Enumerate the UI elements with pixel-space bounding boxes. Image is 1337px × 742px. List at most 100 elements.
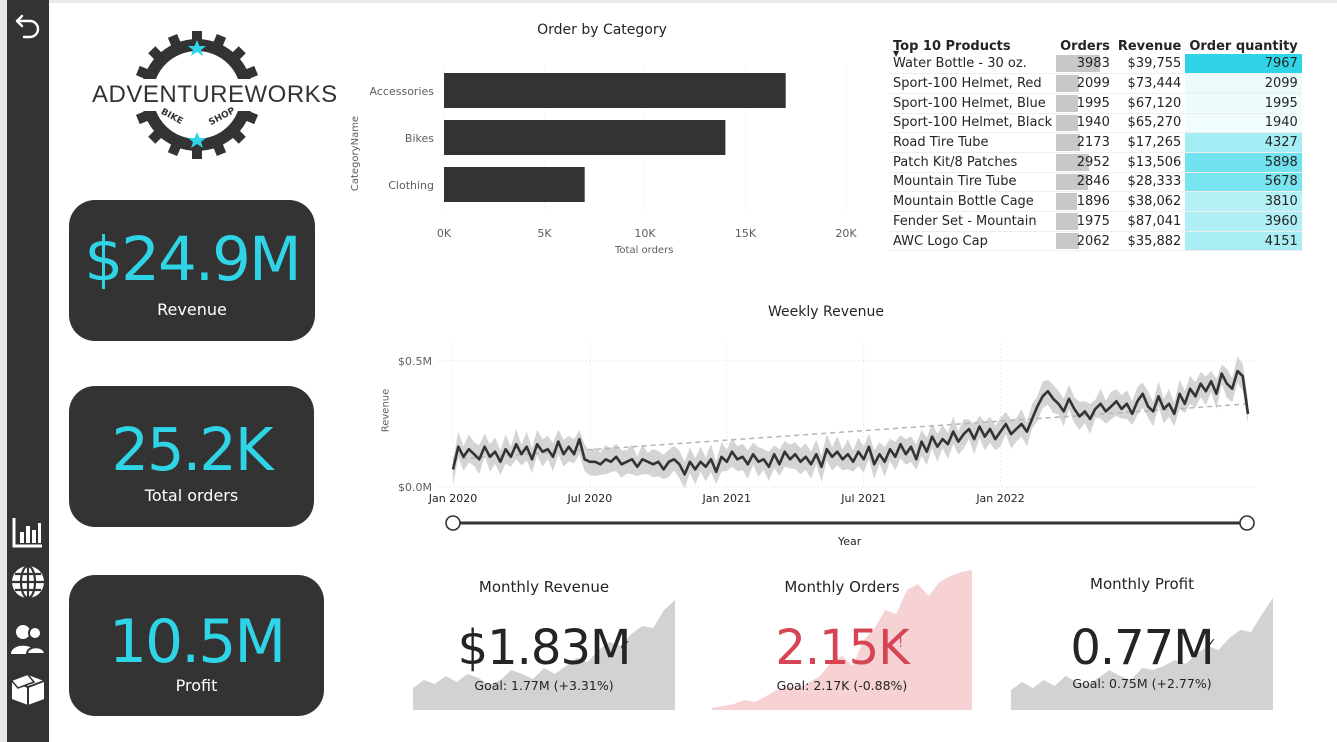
product-name-cell: Sport-100 Helmet, Red: [889, 73, 1057, 94]
top-10-products-table[interactable]: Top 10 Products ▼ Orders Revenue Order qu…: [889, 30, 1302, 262]
back-arrow-icon[interactable]: [7, 5, 49, 45]
table-row[interactable]: Sport-100 Helmet, Red 2099 $73,444 2099: [889, 73, 1302, 94]
orders-cell: 2173: [1056, 132, 1114, 153]
sort-desc-icon[interactable]: ▼: [893, 49, 899, 58]
navigation-sidebar: [7, 0, 49, 742]
monthly-profit-value: 0.77M: [1070, 620, 1214, 676]
order-quantity-cell: 5898: [1185, 152, 1302, 173]
globe-icon[interactable]: [7, 562, 49, 602]
orders-cell: 2846: [1056, 172, 1114, 193]
revenue-cell: $65,270: [1113, 113, 1186, 134]
revenue-cell: $13,506: [1113, 152, 1186, 173]
order-by-category-chart[interactable]: Order by Category CategoryName Total ord…: [340, 18, 860, 268]
monthly-profit-goal: Goal: 0.75M (+2.77%): [1072, 676, 1212, 691]
table-row[interactable]: Road Tire Tube 2173 $17,265 4327: [889, 132, 1302, 153]
monthly-revenue-title: Monthly Revenue: [478, 578, 610, 596]
table-row[interactable]: Fender Set - Mountain 1975 $87,041 3960: [889, 211, 1302, 232]
column-header-order-quantity[interactable]: Order quantity: [1185, 30, 1301, 54]
order-quantity-cell: 3960: [1185, 211, 1302, 232]
revenue-cell: $39,755: [1113, 54, 1186, 75]
revenue-cell: $28,333: [1113, 172, 1186, 193]
orders-databar: [1056, 232, 1079, 250]
orders-value: 1940: [1076, 115, 1110, 131]
logo-wordmark: ADVENTUREWORKS: [92, 81, 338, 108]
revenue-cell: $87,041: [1113, 211, 1186, 232]
orders-value: 2846: [1076, 174, 1110, 190]
checkmark-icon: ✓: [1205, 636, 1217, 652]
column-header-orders[interactable]: Orders: [1056, 30, 1114, 54]
product-name-cell: Fender Set - Mountain: [889, 211, 1057, 232]
weekly-x-tick: Jan 2020: [428, 492, 477, 505]
order-quantity-cell: 2099: [1185, 73, 1302, 94]
table-row[interactable]: Mountain Tire Tube 2846 $28,333 5678: [889, 172, 1302, 193]
revenue-cell: $67,120: [1113, 93, 1186, 114]
column-header-product-label: Top 10 Products: [893, 39, 1011, 54]
weekly-x-tick: Jul 2020: [567, 492, 613, 505]
orders-kpi-card[interactable]: 25.2K Total orders: [69, 386, 314, 527]
orders-cell: 1896: [1056, 191, 1114, 212]
confidence-band: [453, 356, 1248, 489]
table-row[interactable]: Water Bottle - 30 oz. 3983 $39,755 7967: [889, 54, 1302, 75]
weekly-revenue-chart[interactable]: Weekly Revenue Revenue Year $0.0M $0.5M Ja…: [378, 300, 1268, 555]
revenue-cell: $17,265: [1113, 132, 1186, 153]
box-icon[interactable]: [7, 670, 49, 710]
orders-databar: [1056, 94, 1079, 112]
exclamation-icon: !: [898, 636, 904, 651]
monthly-revenue-goal: Goal: 1.77M (+3.31%): [474, 678, 614, 693]
orders-cell: 1975: [1056, 211, 1114, 232]
users-icon[interactable]: [7, 619, 49, 659]
orders-databar: [1056, 193, 1078, 210]
table-row[interactable]: AWC Logo Cap 2062 $35,882 4151: [889, 231, 1302, 252]
year-slider-start-handle[interactable]: [445, 515, 461, 531]
category-y-tick: Bikes: [405, 132, 434, 145]
category-bar[interactable]: [444, 73, 786, 108]
table-row[interactable]: Sport-100 Helmet, Black 1940 $65,270 1940: [889, 113, 1302, 134]
weekly-chart-xlabel: Year: [838, 535, 862, 548]
orders-cell: 3983: [1056, 54, 1114, 75]
profit-kpi-card[interactable]: 10.5M Profit: [69, 575, 324, 716]
revenue-cell: $35,882: [1113, 231, 1186, 252]
weekly-x-tick: Jan 2021: [702, 492, 751, 505]
monthly-orders-card[interactable]: Monthly Orders 2.15K ! Goal: 2.17K (-0.8…: [712, 570, 972, 710]
orders-databar: [1056, 213, 1078, 230]
column-header-revenue[interactable]: Revenue: [1114, 30, 1185, 54]
bar-chart-icon[interactable]: [7, 512, 49, 552]
category-y-tick: Clothing: [388, 179, 434, 192]
category-bar[interactable]: [444, 167, 585, 202]
orders-cell: 2952: [1056, 152, 1114, 173]
revenue-kpi-card[interactable]: $24.9M Revenue: [69, 200, 315, 341]
table-row[interactable]: Mountain Bottle Cage 1896 $38,062 3810: [889, 191, 1302, 212]
year-slider-end-handle[interactable]: [1239, 515, 1255, 531]
orders-value: 1896: [1076, 194, 1110, 210]
category-x-tick: 0K: [437, 227, 452, 240]
monthly-orders-goal: Goal: 2.17K (-0.88%): [776, 678, 908, 693]
column-header-product[interactable]: Top 10 Products ▼: [889, 30, 1056, 58]
weekly-y-tick: $0.0M: [398, 481, 432, 494]
category-bar-plot: 0K 5K 10K 15K 20K Accessories Bikes Clothing: [370, 66, 857, 240]
window-left-edge: [0, 0, 7, 742]
top-border: [49, 0, 1337, 3]
orders-cell: 2099: [1056, 73, 1114, 94]
product-name-cell: Water Bottle - 30 oz.: [889, 54, 1057, 75]
adventureworks-logo: ADVENTUREWORKS BIKE SHOP: [87, 30, 338, 160]
weekly-x-tick: Jul 2021: [840, 492, 886, 505]
profit-kpi-label: Profit: [175, 676, 218, 695]
category-bar[interactable]: [444, 120, 726, 155]
table-row[interactable]: Sport-100 Helmet, Blue 1995 $67,120 1995: [889, 93, 1302, 114]
product-name-cell: AWC Logo Cap: [889, 231, 1057, 252]
monthly-revenue-card[interactable]: Monthly Revenue $1.83M ✓ Goal: 1.77M (+3…: [413, 570, 675, 710]
revenue-cell: $38,062: [1113, 191, 1186, 212]
order-quantity-cell: 4151: [1185, 231, 1302, 252]
orders-cell: 1940: [1056, 113, 1114, 134]
product-name-cell: Mountain Tire Tube: [889, 172, 1057, 193]
orders-value: 3983: [1076, 56, 1110, 72]
orders-cell: 1995: [1056, 93, 1114, 114]
orders-value: 2173: [1076, 135, 1110, 151]
weekly-line-plot: $0.0M $0.5M Jan 2020 Jul 2020 Jan 2021 Jul 20…: [398, 340, 1258, 531]
category-x-tick: 5K: [537, 227, 552, 240]
category-x-tick: 10K: [634, 227, 656, 240]
table-row[interactable]: Patch Kit/8 Patches 2952 $13,506 5898: [889, 152, 1302, 173]
category-x-tick: 15K: [735, 227, 757, 240]
product-name-cell: Mountain Bottle Cage: [889, 191, 1057, 212]
monthly-profit-card[interactable]: Monthly Profit 0.77M ✓ Goal: 0.75M (+2.7…: [1011, 570, 1273, 710]
